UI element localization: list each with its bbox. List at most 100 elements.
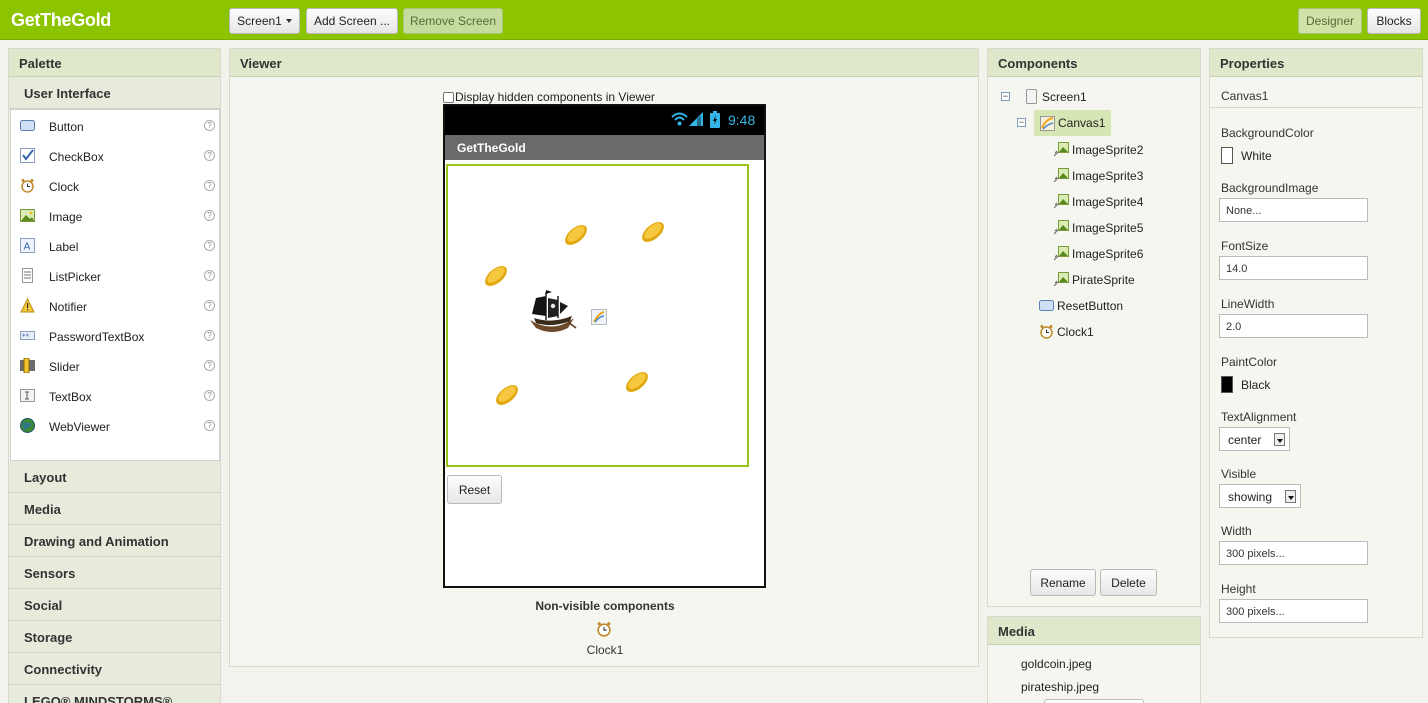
category-drawing-animation[interactable]: Drawing and Animation <box>9 525 220 557</box>
prop-label-paintcolor: PaintColor <box>1221 355 1278 369</box>
width-field[interactable]: 300 pixels... <box>1219 541 1368 565</box>
tree-item-imagesprite3[interactable]: ImageSprite3 <box>1054 168 1143 183</box>
tree-item-piratesprite[interactable]: PirateSprite <box>1054 272 1135 287</box>
label-icon: A <box>20 238 35 253</box>
category-lego-mindstorms[interactable]: LEGO® MINDSTORMS® <box>9 685 220 703</box>
background-color-swatch[interactable] <box>1221 147 1233 164</box>
tree-item-screen1[interactable]: Screen1 <box>1024 89 1087 104</box>
gold-coin-sprite[interactable] <box>563 222 589 248</box>
visible-select[interactable]: showing <box>1219 484 1301 508</box>
collapse-canvas1-icon[interactable]: − <box>1017 118 1026 127</box>
palette-list: Button ? CheckBox ? Clock ? Image ? A La… <box>10 109 220 461</box>
help-icon[interactable]: ? <box>204 240 215 251</box>
password-icon: ** <box>20 331 35 341</box>
screen-select-button[interactable]: Screen1 <box>229 8 300 34</box>
blocks-button[interactable]: Blocks <box>1367 8 1421 34</box>
clock-icon <box>1040 325 1053 339</box>
components-header: Components <box>988 49 1200 77</box>
media-file[interactable]: goldcoin.jpeg <box>1021 657 1092 671</box>
help-icon[interactable]: ? <box>204 360 215 371</box>
rename-button[interactable]: Rename <box>1030 569 1096 596</box>
line-width-field[interactable]: 2.0 <box>1219 314 1368 338</box>
palette-item-slider[interactable]: Slider ? <box>11 350 219 380</box>
help-icon[interactable]: ? <box>204 300 215 311</box>
help-icon[interactable]: ? <box>204 420 215 431</box>
help-icon[interactable]: ? <box>204 180 215 191</box>
screen-icon <box>1026 89 1037 104</box>
help-icon[interactable]: ? <box>204 270 215 281</box>
gold-coin-sprite[interactable] <box>483 263 509 289</box>
palette-item-label: Button <box>49 120 84 134</box>
height-field[interactable]: 300 pixels... <box>1219 599 1368 623</box>
palette-item-label[interactable]: A Label ? <box>11 230 219 260</box>
properties-panel: Properties Canvas1 BackgroundColor White… <box>1209 48 1423 638</box>
media-file[interactable]: pirateship.jpeg <box>1021 680 1099 694</box>
hidden-components-checkbox[interactable] <box>443 91 454 103</box>
properties-header: Properties <box>1210 49 1422 77</box>
prop-label-height: Height <box>1221 582 1256 596</box>
remove-screen-button[interactable]: Remove Screen <box>403 8 503 34</box>
category-layout[interactable]: Layout <box>9 461 220 493</box>
upload-button[interactable] <box>1044 699 1144 703</box>
nonvisible-clock-label: Clock1 <box>586 643 624 657</box>
gold-coin-sprite[interactable] <box>494 382 520 408</box>
palette-item-button[interactable]: Button ? <box>11 110 219 140</box>
tree-item-imagesprite4[interactable]: ImageSprite4 <box>1054 194 1143 209</box>
prop-label-width: Width <box>1221 524 1252 538</box>
category-sensors[interactable]: Sensors <box>9 557 220 589</box>
status-bar: 9:48 <box>445 106 764 135</box>
palette-item-listpicker[interactable]: ListPicker ? <box>11 260 219 290</box>
canvas1[interactable] <box>446 164 749 467</box>
tree-label: ResetButton <box>1057 298 1124 313</box>
hidden-components-label: Display hidden components in Viewer <box>455 90 655 104</box>
category-connectivity[interactable]: Connectivity <box>9 653 220 685</box>
tree-label: PirateSprite <box>1072 272 1135 287</box>
battery-icon <box>710 111 720 128</box>
designer-button[interactable]: Designer <box>1298 8 1362 34</box>
tree-item-imagesprite2[interactable]: ImageSprite2 <box>1054 142 1143 157</box>
tree-label: ImageSprite5 <box>1072 220 1144 235</box>
palette-item-checkbox[interactable]: CheckBox ? <box>11 140 219 170</box>
gold-coin-sprite[interactable] <box>640 219 666 245</box>
tree-item-canvas1[interactable]: Canvas1 <box>1034 110 1112 136</box>
add-screen-button[interactable]: Add Screen ... <box>306 8 398 34</box>
palette-item-label: Notifier <box>49 300 88 314</box>
category-user-interface[interactable]: User Interface <box>9 77 220 109</box>
tree-label: ImageSprite4 <box>1072 194 1144 209</box>
palette-item-webviewer[interactable]: WebViewer ? <box>11 410 219 440</box>
checkbox-icon <box>20 148 35 163</box>
help-icon[interactable]: ? <box>204 210 215 221</box>
tree-item-clock1[interactable]: Clock1 <box>1039 324 1094 339</box>
category-social[interactable]: Social <box>9 589 220 621</box>
category-storage[interactable]: Storage <box>9 621 220 653</box>
help-icon[interactable]: ? <box>204 330 215 341</box>
palette-item-textbox[interactable]: TextBox ? <box>11 380 219 410</box>
paint-color-value[interactable]: Black <box>1241 378 1270 392</box>
hidden-components-toggle[interactable]: Display hidden components in Viewer <box>443 90 655 104</box>
help-icon[interactable]: ? <box>204 390 215 401</box>
font-size-field[interactable]: 14.0 <box>1219 256 1368 280</box>
delete-button[interactable]: Delete <box>1100 569 1157 596</box>
palette-item-notifier[interactable]: Notifier ? <box>11 290 219 320</box>
palette-item-image[interactable]: Image ? <box>11 200 219 230</box>
help-icon[interactable]: ? <box>204 150 215 161</box>
clock-icon[interactable] <box>596 621 612 637</box>
help-icon[interactable]: ? <box>204 120 215 131</box>
tree-item-imagesprite5[interactable]: ImageSprite5 <box>1054 220 1143 235</box>
background-image-field[interactable]: None... <box>1219 198 1368 222</box>
reset-button[interactable]: Reset <box>447 475 502 504</box>
collapse-screen1-icon[interactable]: − <box>1001 92 1010 101</box>
tree-item-imagesprite6[interactable]: ImageSprite6 <box>1054 246 1143 261</box>
chevron-down-icon <box>285 19 292 23</box>
background-color-value[interactable]: White <box>1241 149 1272 163</box>
tree-item-resetbutton[interactable]: ResetButton <box>1039 298 1123 313</box>
gold-coin-sprite[interactable] <box>624 369 650 395</box>
text-alignment-select[interactable]: center <box>1219 427 1290 451</box>
category-media[interactable]: Media <box>9 493 220 525</box>
pirate-ship-sprite[interactable] <box>528 288 578 334</box>
image-sprite-placeholder-icon[interactable] <box>591 309 607 325</box>
palette-item-clock[interactable]: Clock ? <box>11 170 219 200</box>
paint-color-swatch[interactable] <box>1221 376 1233 393</box>
palette-item-passwordtextbox[interactable]: ** PasswordTextBox ? <box>11 320 219 350</box>
prop-label-backgroundcolor: BackgroundColor <box>1221 126 1314 140</box>
